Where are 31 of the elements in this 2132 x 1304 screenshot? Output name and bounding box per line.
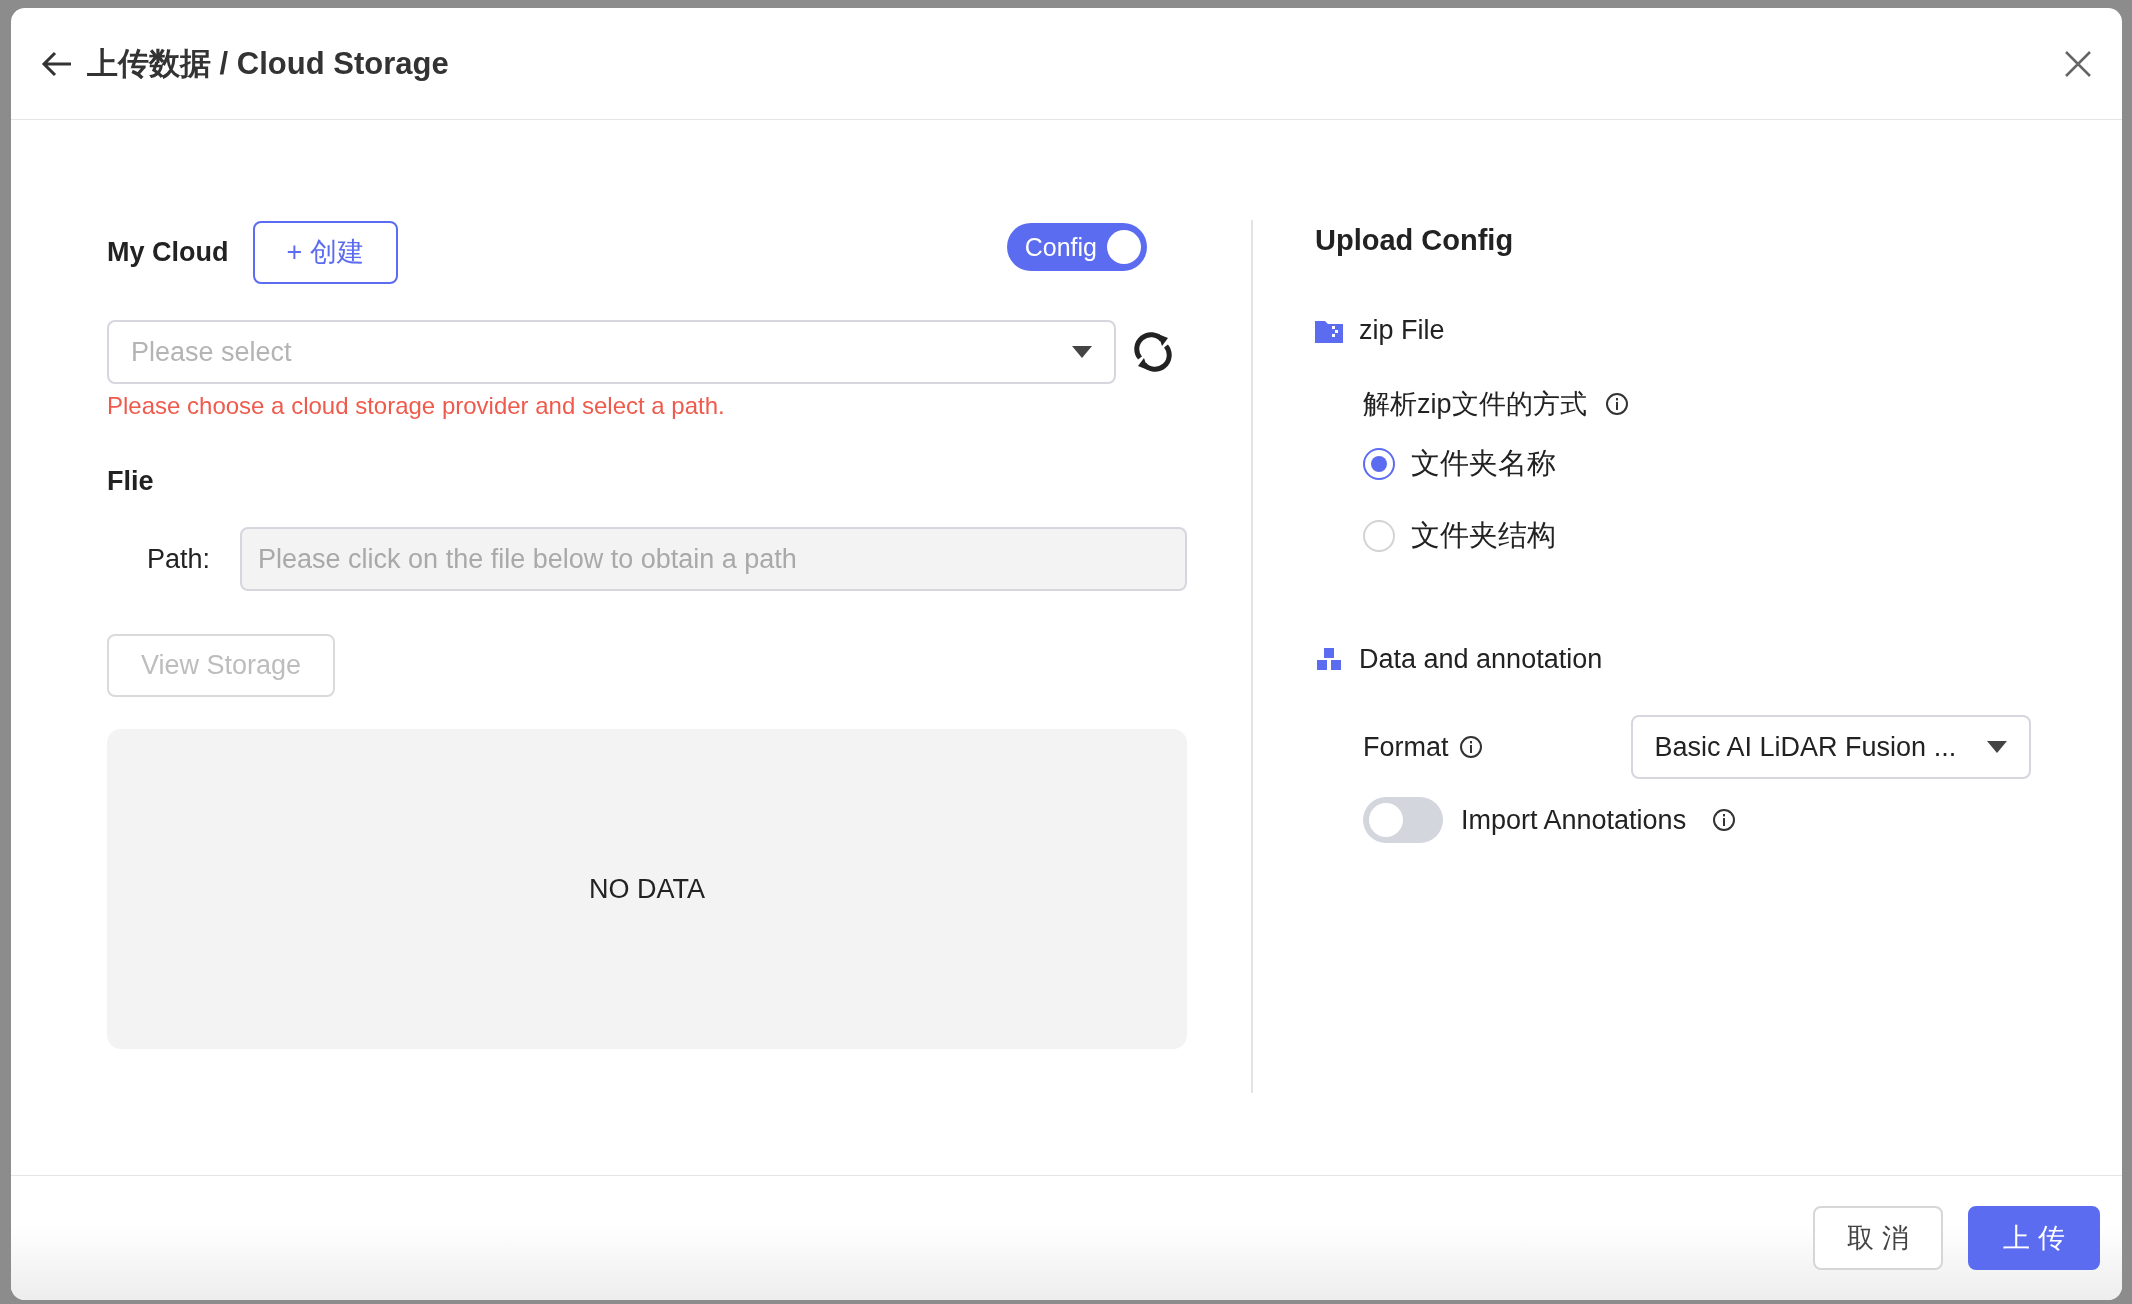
create-button[interactable]: + 创建 [252, 220, 398, 284]
zip-folder-icon [1315, 318, 1343, 343]
cubes-icon [1315, 646, 1343, 673]
caret-icon [1986, 741, 2007, 753]
section-label: Flie [107, 466, 155, 497]
refresh-icon[interactable] [1132, 332, 1174, 372]
section-label: My Cloud [107, 236, 229, 268]
toggle-label: Import Annotations [1461, 804, 1687, 836]
path-label: Path: [147, 543, 211, 575]
format-select[interactable]: Basic AI LiDAR Fusion ... [1630, 715, 2031, 779]
error-message: Please choose a cloud storage provider and select a path. [107, 392, 726, 420]
field-label: 解析zip文件的方式 [1363, 388, 1587, 421]
field-label: Format [1363, 731, 1449, 763]
radio-option[interactable]: 文件夹名称 [1363, 444, 2122, 484]
cancel-button[interactable]: 取 消 [1813, 1206, 1943, 1270]
upload-button[interactable]: 上 传 [1968, 1206, 2100, 1270]
section-title: Data and annotation [1359, 644, 1603, 675]
info-icon [1458, 735, 1483, 759]
back-arrow-icon[interactable] [41, 49, 73, 78]
caret-icon [1072, 346, 1092, 358]
info-icon [1712, 808, 1737, 832]
close-icon[interactable] [2064, 49, 2092, 78]
dialog-title: 上传数据 / Cloud Storage [87, 44, 450, 83]
toggle-switch[interactable] [1363, 797, 1443, 843]
section-title: zip File [1359, 315, 1445, 346]
config-toggle[interactable]: Config [1007, 223, 1147, 271]
info-icon [1604, 392, 1629, 416]
radio-option[interactable]: 文件夹结构 [1363, 516, 2122, 556]
empty-message: NO DATA [589, 873, 705, 905]
path-field[interactable]: Please click on the file below to obtain a path [240, 527, 1187, 591]
section-heading: Upload Config [1315, 224, 1515, 257]
